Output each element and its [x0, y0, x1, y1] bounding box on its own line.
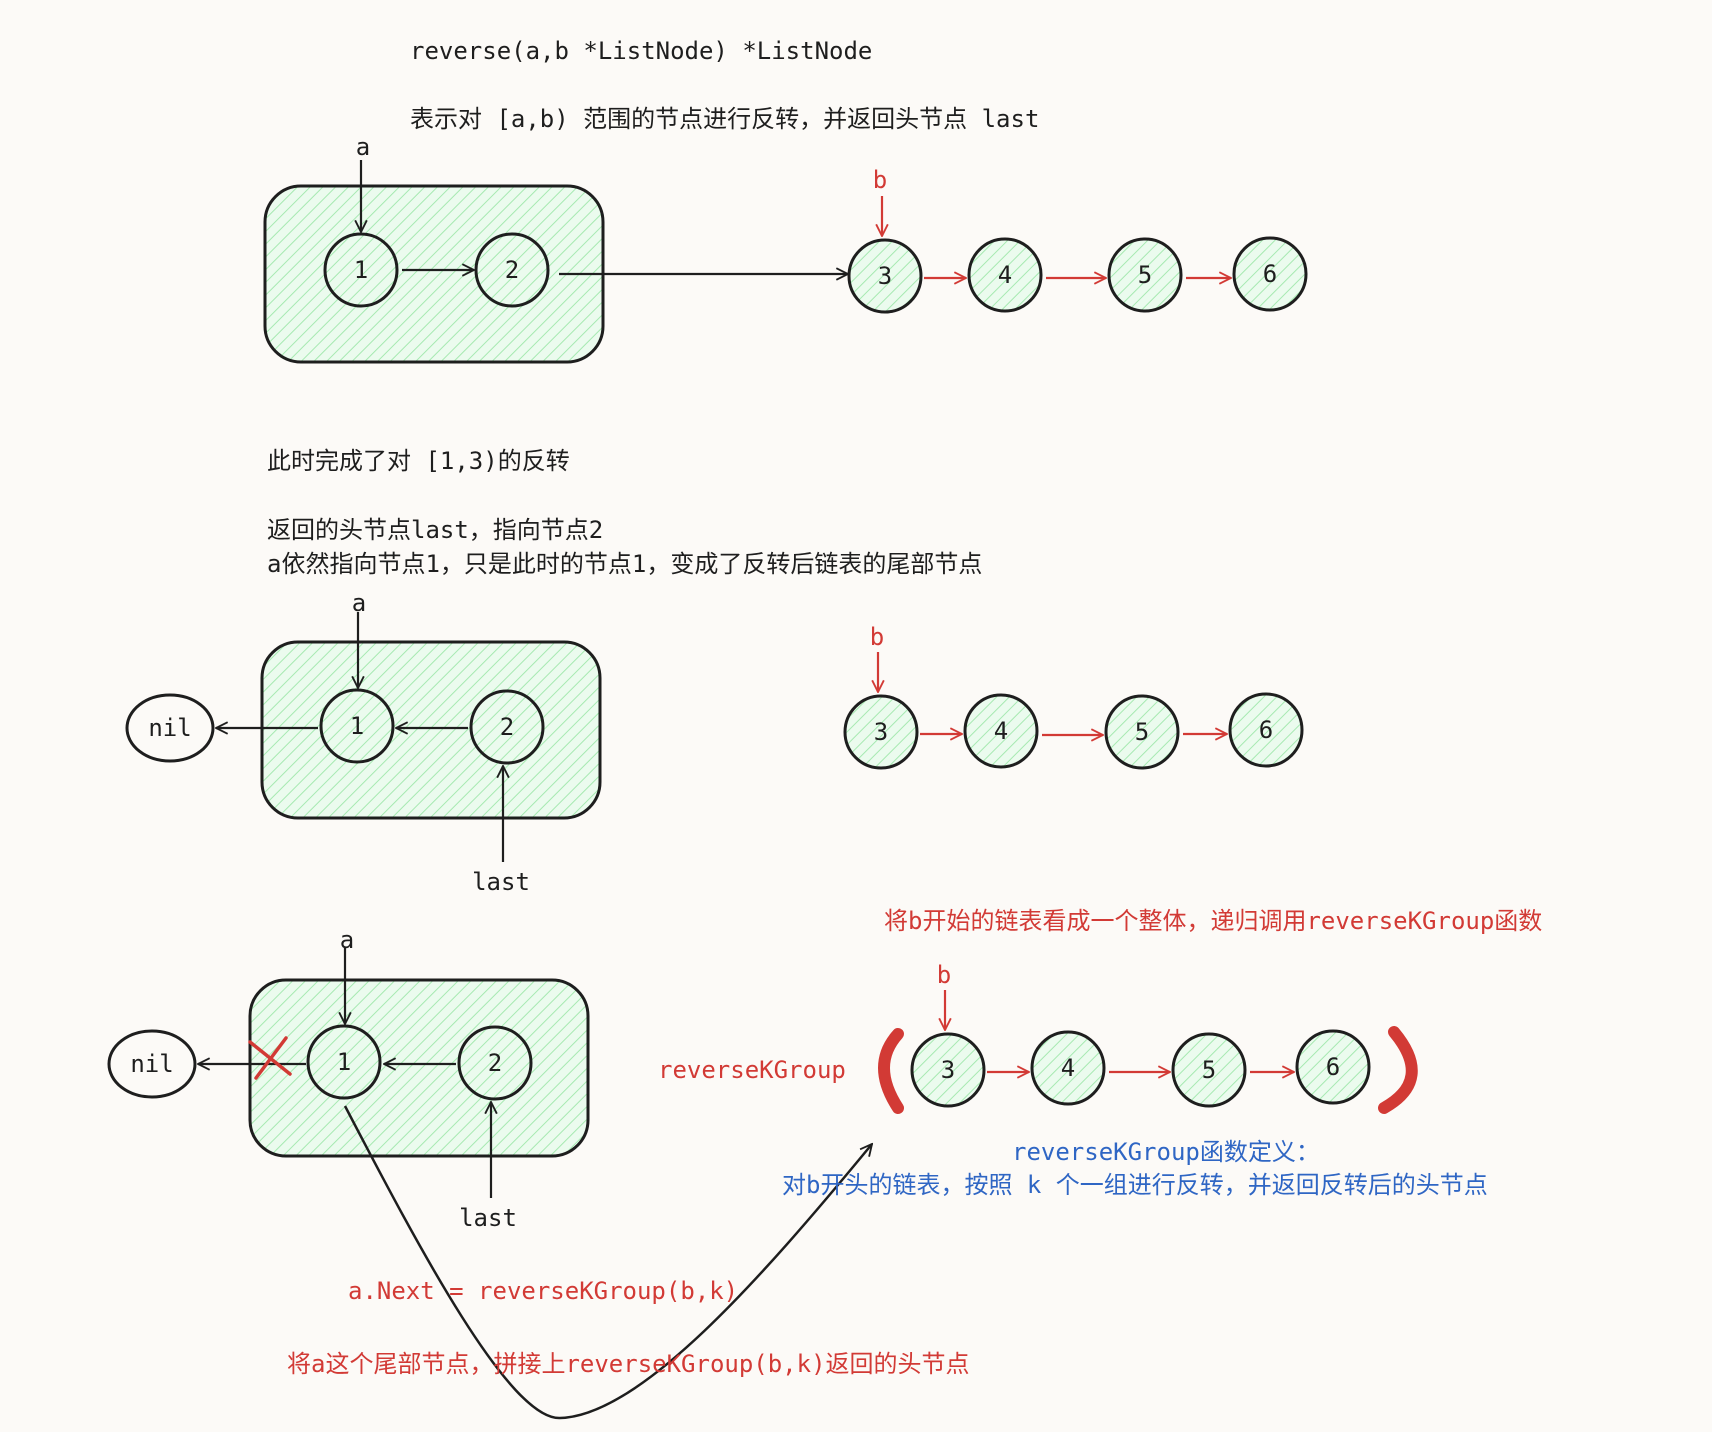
- d2-node-1-label: 1: [349, 712, 365, 740]
- d1-node-6-label: 6: [1262, 260, 1278, 288]
- d3-node-6-label: 6: [1325, 1053, 1341, 1081]
- d3-group-box: [248, 978, 590, 1158]
- diagram-svg: [107, 160, 1418, 1420]
- d2-node-2-label: 2: [499, 713, 515, 741]
- step2-line1: 此时完成了对 [1,3)的反转: [267, 447, 570, 475]
- d3-left-paren: [878, 1028, 904, 1114]
- d2-last-label: last: [472, 868, 530, 896]
- d3-node-1-label: 1: [336, 1048, 352, 1076]
- d3-right-paren: [1378, 1026, 1418, 1114]
- d3-nil-label: nil: [130, 1050, 174, 1078]
- step3-splice-note: 将a这个尾部节点，拼接上reverseKGroup(b,k)返回的头节点: [287, 1350, 970, 1378]
- d2-node-3-label: 3: [873, 718, 889, 746]
- d3-b-label: b: [936, 961, 952, 989]
- d3-last-label: last: [459, 1204, 517, 1232]
- step3-assign-code: a.Next = reverseKGroup(b,k): [348, 1277, 739, 1305]
- step2-line3: a依然指向节点1，只是此时的节点1，变成了反转后链表的尾部节点: [267, 550, 983, 578]
- step2-line2: 返回的头节点last，指向节点2: [267, 516, 604, 544]
- d3-node-3-label: 3: [940, 1056, 956, 1084]
- d3-node-2-label: 2: [487, 1049, 503, 1077]
- d1-group-box: [263, 184, 605, 364]
- d2-nil-label: nil: [148, 714, 192, 742]
- d2-node-4-label: 4: [993, 717, 1009, 745]
- d2-group-box: [260, 640, 602, 820]
- step3-recursive-note: 将b开始的链表看成一个整体，递归调用reverseKGroup函数: [884, 907, 1543, 935]
- d1-a-label: a: [355, 133, 371, 161]
- d1-node-2-label: 2: [504, 256, 520, 284]
- d1-node-5-label: 5: [1137, 261, 1153, 289]
- d1-node-3-label: 3: [877, 262, 893, 290]
- step3-definition-body: 对b开头的链表，按照 k 个一组进行反转，并返回反转后的头节点: [782, 1171, 1488, 1199]
- d3-node-4-label: 4: [1060, 1054, 1076, 1082]
- d2-a-label: a: [351, 589, 367, 617]
- header-description: 表示对 [a,b) 范围的节点进行反转，并返回头节点 last: [410, 105, 1040, 133]
- d1-node-1-label: 1: [353, 256, 369, 284]
- diagram-canvas: reverse(a,b *ListNode) *ListNode 表示对 [a,…: [0, 0, 1712, 1432]
- d2-node-5-label: 5: [1134, 718, 1150, 746]
- d3-node-5-label: 5: [1201, 1056, 1217, 1084]
- header-signature: reverse(a,b *ListNode) *ListNode: [410, 37, 873, 65]
- step3-call-label: reverseKGroup: [658, 1056, 846, 1084]
- d1-b-label: b: [872, 166, 888, 194]
- step3-definition-title: reverseKGroup函数定义：: [1012, 1138, 1320, 1166]
- d2-node-6-label: 6: [1258, 716, 1274, 744]
- d1-node-4-label: 4: [997, 261, 1013, 289]
- d3-a-label: a: [339, 926, 355, 954]
- d2-b-label: b: [869, 623, 885, 651]
